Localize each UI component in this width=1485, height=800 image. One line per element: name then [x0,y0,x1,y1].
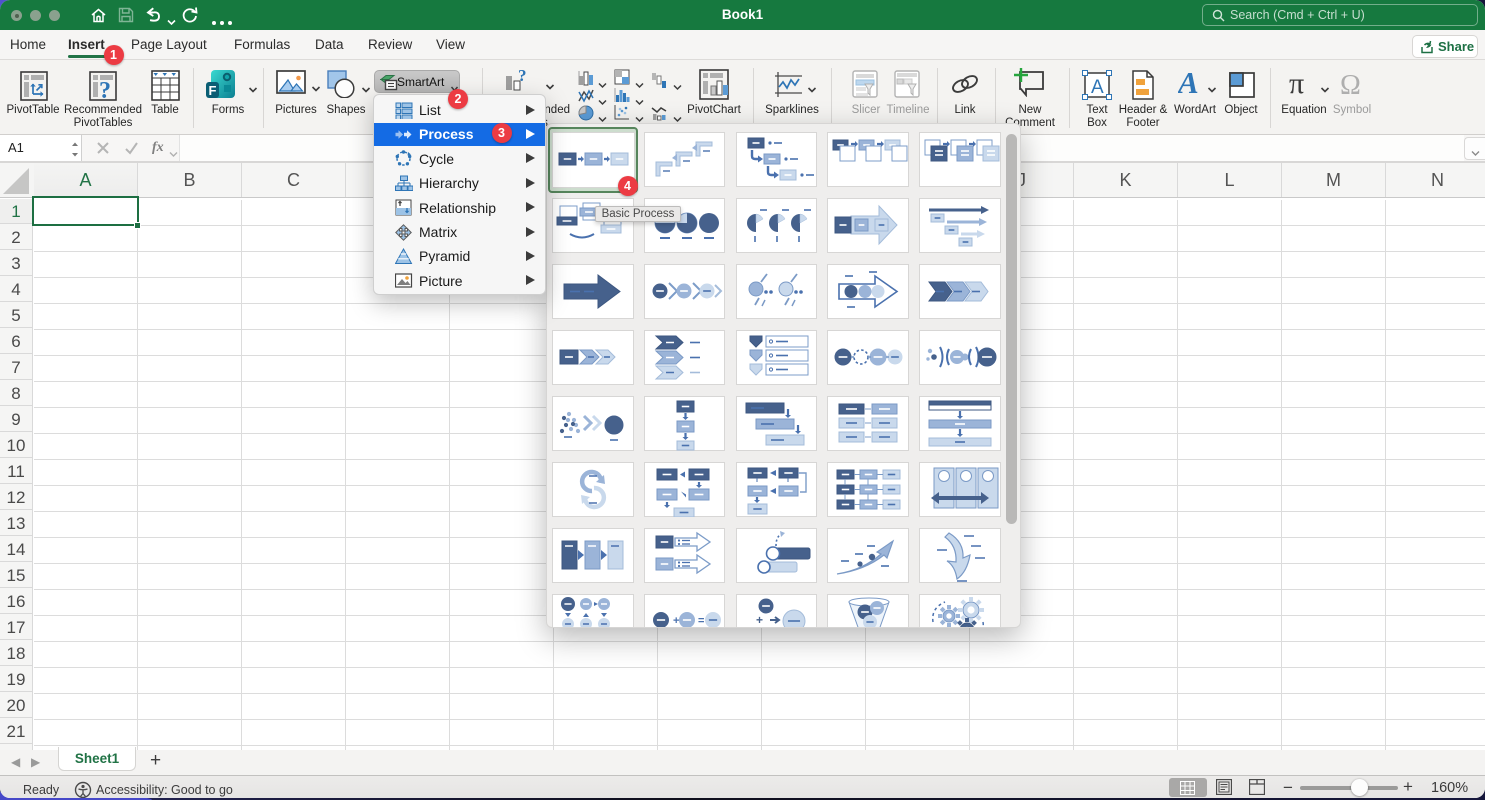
svg-text:+: + [756,613,763,627]
svg-text:=: = [698,615,704,627]
svg-text:A: A [1091,77,1104,98]
svg-text:π: π [1289,69,1304,99]
svg-text:+: + [673,615,679,627]
svg-text:Ω: Ω [1340,70,1361,99]
svg-text:F: F [209,83,217,98]
svg-text:A: A [1178,68,1199,98]
svg-text:?: ? [518,68,527,85]
svg-text:?: ? [99,78,111,101]
